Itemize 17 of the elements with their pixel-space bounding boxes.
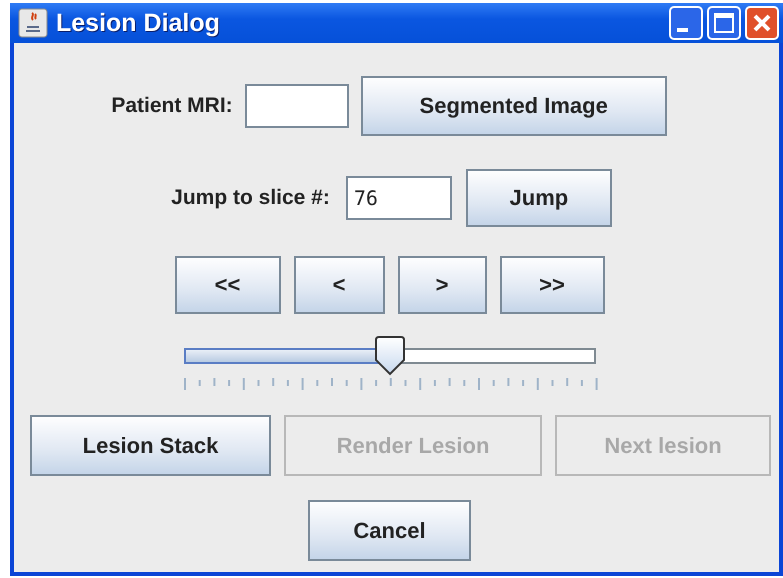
next-button[interactable]: > [398, 256, 486, 314]
close-button[interactable] [745, 6, 779, 40]
slice-number-field[interactable]: 76 [346, 176, 452, 220]
previous-button[interactable]: < [294, 256, 384, 314]
minimize-button[interactable] [669, 6, 703, 40]
jump-button[interactable]: Jump [466, 169, 612, 227]
lesion-stack-button[interactable]: Lesion Stack [30, 415, 271, 476]
maximize-button[interactable] [707, 6, 741, 40]
jump-to-slice-label: Jump to slice #: [171, 186, 330, 210]
patient-mri-field[interactable] [244, 84, 349, 128]
segmented-image-button[interactable]: Segmented Image [360, 76, 667, 136]
rewind-button[interactable]: << [174, 256, 280, 314]
window-title: Lesion Dialog [56, 8, 221, 38]
cancel-button[interactable]: Cancel [308, 500, 471, 561]
patient-mri-label: Patient MRI: [111, 94, 233, 118]
fast-forward-button[interactable]: >> [500, 256, 604, 314]
slider-thumb[interactable] [374, 336, 406, 376]
